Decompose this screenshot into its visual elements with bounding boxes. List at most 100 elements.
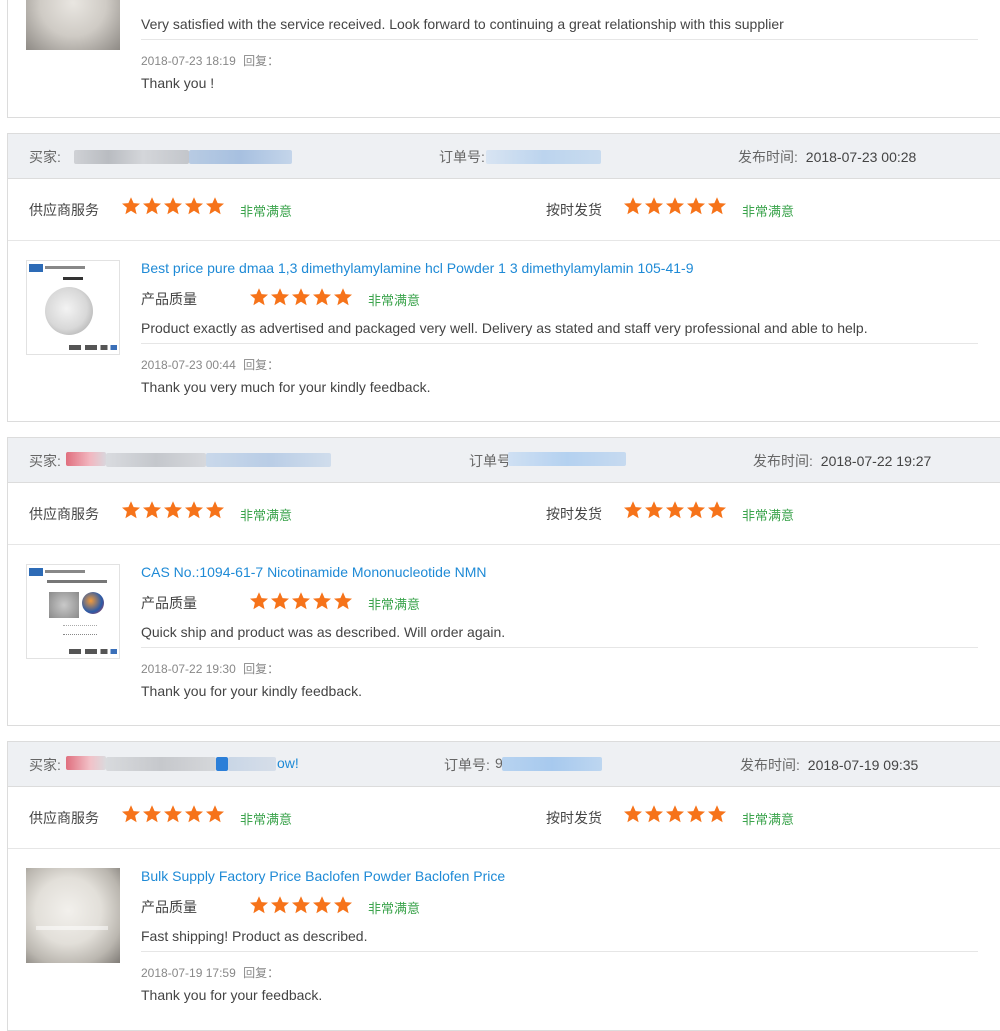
reply-meta: 2018-07-22 19:30 回复： xyxy=(141,660,279,677)
star-icon xyxy=(206,805,224,823)
star-icon xyxy=(624,501,642,519)
star-icon xyxy=(185,197,203,215)
on-time-shipping-label: 按时发货 xyxy=(546,202,602,218)
order-label: 订单号: xyxy=(439,149,485,165)
product-thumbnail[interactable] xyxy=(26,260,120,355)
reply-time: 2018-07-23 18:19 xyxy=(141,54,236,68)
star-icon xyxy=(185,805,203,823)
buyer-name-blurred xyxy=(74,150,189,164)
on-time-shipping-rating-text: 非常满意 xyxy=(742,204,795,219)
review-comment: Fast shipping! Product as described. xyxy=(141,928,368,944)
star-icon xyxy=(334,896,352,914)
buyer-name-blurred xyxy=(189,150,292,164)
buyer-name-blurred xyxy=(66,756,106,770)
publish-time-label: 发布时间: xyxy=(740,757,800,773)
star-icon xyxy=(164,501,182,519)
product-thumbnail[interactable] xyxy=(26,564,120,659)
star-icon xyxy=(271,592,289,610)
product-quality-stars xyxy=(249,895,353,915)
publish-time-value: 2018-07-19 09:35 xyxy=(807,757,919,773)
brand-logo-icon xyxy=(29,568,43,576)
product-thumbnail[interactable] xyxy=(26,868,120,963)
star-icon xyxy=(292,288,310,306)
buyer-name-blurred xyxy=(228,757,276,771)
star-icon xyxy=(313,592,331,610)
rating-row: 供应商服务 非常满意 按时发货 非常满意 xyxy=(8,482,1000,545)
certification-icons xyxy=(69,345,117,350)
buyer-name-blurred xyxy=(206,453,331,467)
reply-time: 2018-07-19 17:59 xyxy=(141,966,236,980)
on-time-shipping-stars xyxy=(623,196,727,216)
order-label: 订单号 xyxy=(469,453,511,469)
product-title-link[interactable]: Bulk Supply Factory Price Baclofen Powde… xyxy=(141,868,505,884)
reply-label: 回复： xyxy=(243,358,280,372)
product-quality-rating-text: 非常满意 xyxy=(368,293,421,308)
product-quality-label: 产品质量 xyxy=(141,899,197,915)
star-icon xyxy=(708,501,726,519)
reply-meta: 2018-07-19 17:59 回复： xyxy=(141,964,279,981)
order-number-blurred xyxy=(486,150,601,164)
powder-image xyxy=(45,287,93,335)
reply-label: 回复： xyxy=(243,966,280,980)
order-label: 订单号: xyxy=(444,757,490,773)
star-icon xyxy=(666,805,684,823)
star-icon xyxy=(292,592,310,610)
supplier-service-rating-text: 非常满意 xyxy=(240,204,293,219)
star-icon xyxy=(143,805,161,823)
star-icon xyxy=(185,501,203,519)
star-icon xyxy=(334,288,352,306)
star-icon xyxy=(687,805,705,823)
buyer-name-blurred xyxy=(216,757,228,771)
product-quality-label: 产品质量 xyxy=(141,595,197,611)
star-icon xyxy=(687,197,705,215)
star-icon xyxy=(271,896,289,914)
star-icon xyxy=(250,896,268,914)
product-title-link[interactable]: Best price pure dmaa 1,3 dimethylamylami… xyxy=(141,260,693,276)
publish-time-label: 发布时间: xyxy=(753,453,813,469)
divider xyxy=(141,39,978,40)
rating-row: 供应商服务 非常满意 按时发货 非常满意 xyxy=(8,786,1000,849)
star-icon xyxy=(313,896,331,914)
star-icon xyxy=(313,288,331,306)
review-header: 买家: 订单号: 发布时间: 2018-07-23 00:28 xyxy=(8,134,1000,179)
reply-label: 回复： xyxy=(243,662,280,676)
brand-logo-icon xyxy=(29,264,43,272)
supplier-service-stars xyxy=(121,500,225,520)
buyer-name-blurred xyxy=(106,453,206,467)
review-header: 买家: 订单号 发布时间: 2018-07-22 19:27 xyxy=(8,438,1000,483)
reply-text: Thank you for your feedback. xyxy=(141,987,323,1003)
publish-time: 发布时间: 2018-07-19 09:35 xyxy=(740,755,918,775)
product-quality-stars xyxy=(249,287,353,307)
buyer-name-blurred xyxy=(66,452,106,466)
publish-time-label: 发布时间: xyxy=(738,149,798,165)
product-title-link[interactable]: CAS No.:1094-61-7 Nicotinamide Mononucle… xyxy=(141,564,487,580)
supplier-service-rating-text: 非常满意 xyxy=(240,812,293,827)
thumbnail-caption xyxy=(63,277,83,280)
star-icon xyxy=(645,501,663,519)
star-icon xyxy=(206,501,224,519)
powder-image xyxy=(49,592,79,618)
star-icon xyxy=(250,288,268,306)
certification-icons xyxy=(69,649,117,654)
star-icon xyxy=(666,197,684,215)
review-card-partial: Very satisfied with the service received… xyxy=(7,0,1000,118)
supplier-service-stars xyxy=(121,196,225,216)
order-number-blurred xyxy=(508,452,626,466)
product-quality-stars xyxy=(249,591,353,611)
reply-label: 回复： xyxy=(243,54,280,68)
divider xyxy=(141,343,978,344)
supplier-service-label: 供应商服务 xyxy=(29,506,99,522)
buyer-label: 买家: xyxy=(29,149,61,165)
buyer-name-blurred xyxy=(106,757,216,771)
on-time-shipping-stars xyxy=(623,500,727,520)
review-comment: Very satisfied with the service received… xyxy=(141,16,784,32)
reply-text: Thank you ! xyxy=(141,75,215,91)
product-thumbnail[interactable] xyxy=(26,0,120,50)
review-card: 买家: 订单号: 发布时间: 2018-07-23 00:28 供应商服务 非常… xyxy=(7,133,1000,422)
on-time-shipping-label: 按时发货 xyxy=(546,506,602,522)
star-icon xyxy=(624,197,642,215)
on-time-shipping-rating-text: 非常满意 xyxy=(742,812,795,827)
buyer-name-suffix: ow! xyxy=(277,755,299,771)
structure-image xyxy=(63,625,97,635)
star-icon xyxy=(122,501,140,519)
